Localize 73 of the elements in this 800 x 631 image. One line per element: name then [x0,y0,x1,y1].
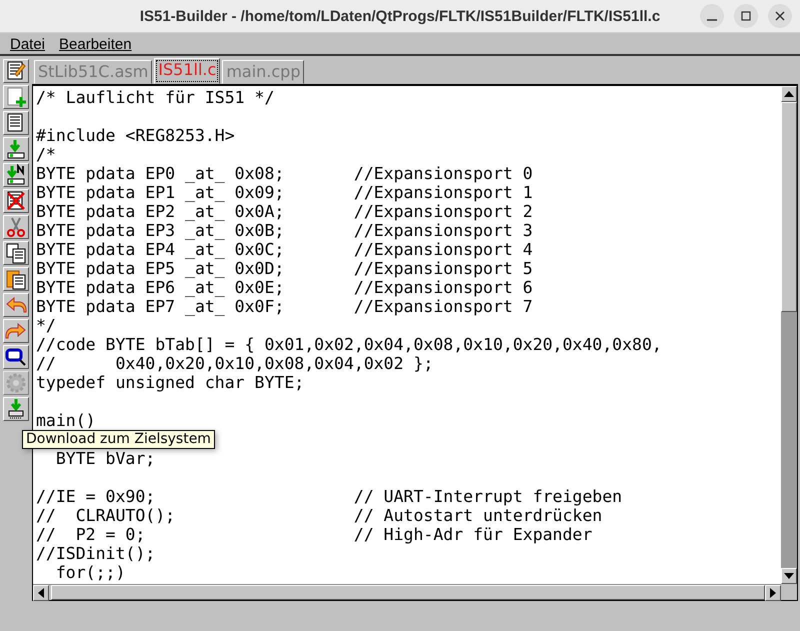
toolbar-button[interactable] [3,163,29,187]
document-icon [8,114,22,132]
gear-icon [6,374,26,392]
code-line: BYTE pdata EP0 _at_ 0x08; //Expansionsport 0 [36,164,534,183]
code-line: BYTE pdata EP3 _at_ 0x0B; //Expansionsport 3 [36,221,534,240]
up-arrow-icon [784,91,794,97]
down-arrow-icon [784,573,794,579]
scroll-thumb[interactable] [781,102,797,312]
code-line: //ISDinit(); [36,544,156,563]
close-icon [775,11,785,21]
download-icon [8,398,24,418]
maximize-icon [741,11,751,21]
edit-icon [8,62,26,80]
close-button[interactable] [768,4,792,28]
search-icon [6,348,26,366]
toolbar-button[interactable] [3,215,29,239]
new-file-icon [8,88,27,108]
code-line: BYTE pdata EP5 _at_ 0x0D; //Expansionsport 5 [36,259,534,278]
code-line: BYTE pdata EP6 _at_ 0x0E; //Expansionsport 6 [36,278,534,297]
window-title: IS51-Builder - /home/tom/LDaten/QtProgs/FLTK/IS51Builder/FLTK/IS51ll.c [140,8,660,24]
toolbar-button[interactable] [3,189,29,213]
redo-icon [6,324,26,338]
toolbar-button[interactable] [3,267,29,291]
scroll-right-button[interactable] [765,585,781,601]
toolbar-button[interactable] [3,319,29,343]
code-line: BYTE pdata EP7 _at_ 0x0F; //Expansionsport 7 [36,297,534,316]
code-line: // P2 = 0; // High-Adr für Expander [36,525,594,544]
load-icon [8,138,24,158]
code-line: BYTE bVar; [54,449,156,468]
toolbar-button[interactable] [3,85,29,109]
minimize-button[interactable] [700,4,724,28]
file-tab[interactable]: StLib51C.asm [34,60,152,84]
delete-icon [6,192,26,210]
minimize-icon [707,19,717,21]
toolbar-button[interactable] [3,111,29,135]
toolbar-button[interactable] [3,293,29,317]
paste-icon [6,270,26,290]
code-line: BYTE pdata EP1 _at_ 0x09; //Expansionsport 1 [36,183,534,202]
copy-icon [6,244,26,264]
scroll-up-button[interactable] [781,86,797,102]
code-line: BYTE pdata EP4 _at_ 0x0C; //Expansionsport 4 [36,240,534,259]
toolbar-button[interactable] [3,345,29,369]
right-arrow-icon [770,588,776,598]
code-line: main() [36,411,97,430]
code-line: /* Lauflicht für IS51 */ [36,88,276,107]
load-icon [6,164,24,184]
scissors-icon [7,217,25,237]
toolbar-button[interactable] [3,397,29,421]
scrollbar-corner [781,584,797,600]
code-line: //code BYTE bTab[] = { 0x01,0x02,0x04,0x08,0x10,0x20,0x40,0x80, [36,335,663,354]
left-arrow-icon [38,588,44,598]
undo-icon [6,298,26,312]
vertical-scrollbar[interactable] [781,86,797,584]
code-line: */ [36,316,57,335]
code-line: // CLRAUTO(); // Autostart unterdrücken [36,506,604,525]
code-line: typedef unsigned char BYTE; [36,373,306,392]
code-line: //IE = 0x90; // UART-Interrupt freigeben [36,487,624,506]
tooltip: Download zum Zielsystem [22,430,215,449]
code-line: for(;;) [54,563,126,582]
menu-item[interactable]: Bearbeiten [59,36,132,54]
code-line: #include <REG8253.H> [36,126,236,145]
toolbar-button[interactable] [3,137,29,161]
code-line: BYTE pdata EP2 _at_ 0x0A; //Expansionsport 2 [36,202,534,221]
maximize-button[interactable] [734,4,758,28]
scroll-down-button[interactable] [781,568,797,584]
code-line: /* [36,145,57,164]
menu-item[interactable]: Datei [10,36,46,54]
scroll-left-button[interactable] [33,585,49,601]
file-tab[interactable]: main.cpp [222,60,304,84]
code-line: // 0x40,0x20,0x10,0x08,0x04,0x02 }; [36,354,434,373]
toolbar-button[interactable] [3,241,29,265]
toolbar-button[interactable] [3,59,29,83]
file-tab[interactable]: IS51ll.c [154,58,220,84]
